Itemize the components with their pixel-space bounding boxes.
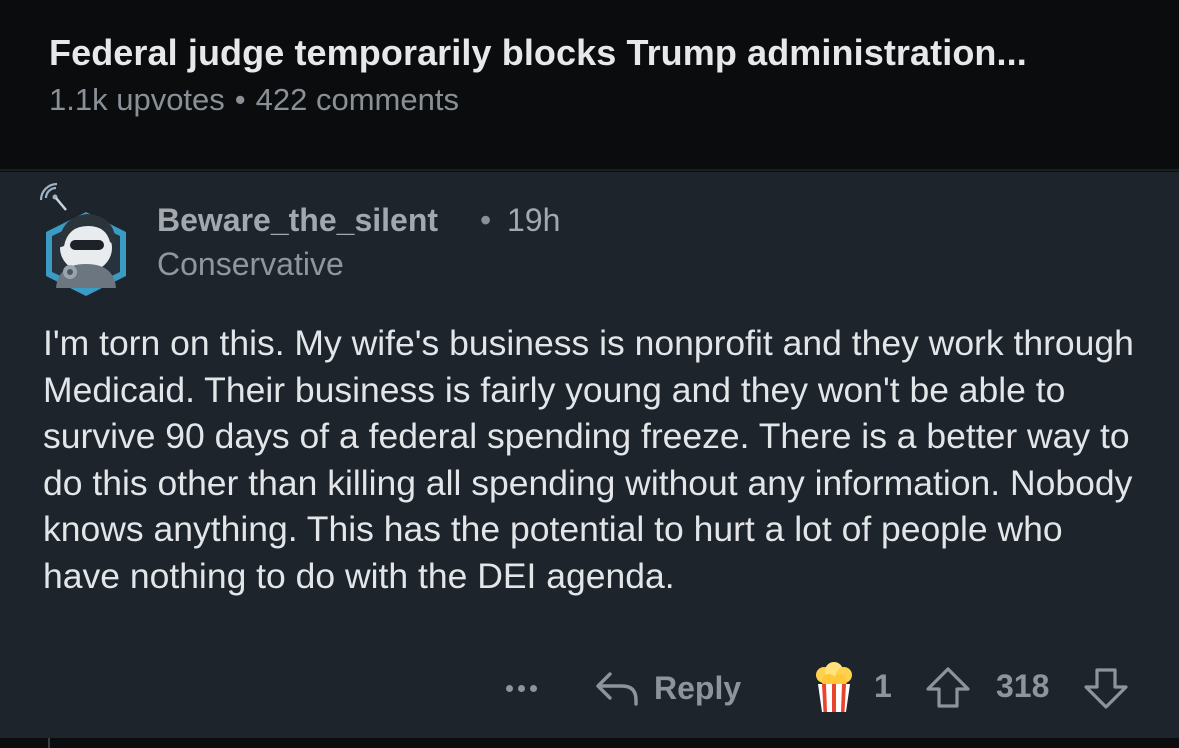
comment-score: 318 [996, 668, 1050, 704]
post-header[interactable]: Federal judge temporarily blocks Trump a… [0, 0, 1179, 171]
popcorn-award-icon[interactable] [806, 660, 862, 716]
post-comment-count: 422 comments [255, 82, 459, 117]
award-count: 1 [874, 668, 892, 704]
username-separator: • [480, 202, 492, 238]
comment-card: Beware_the_silent • 19h Conservative I'm… [0, 172, 1179, 738]
reply-button[interactable]: Reply [594, 664, 741, 712]
post-upvotes: 1.1k upvotes [49, 82, 225, 117]
upvote-arrow-icon[interactable] [924, 666, 972, 710]
thread-line [48, 738, 50, 748]
comment-username[interactable]: Beware_the_silent [157, 202, 438, 239]
reddit-thread-screen: Federal judge temporarily blocks Trump a… [0, 0, 1179, 748]
post-title[interactable]: Federal judge temporarily blocks Trump a… [49, 32, 1139, 74]
comment-action-bar: Reply 1 318 [0, 660, 1179, 716]
reply-label: Reply [654, 669, 742, 706]
next-comment-edge [0, 738, 1179, 748]
comment-timestamp: 19h [507, 202, 561, 238]
post-meta-separator: • [234, 82, 246, 117]
post-meta: 1.1k upvotes • 422 comments [49, 82, 459, 118]
user-flair: Conservative [157, 246, 344, 282]
more-dots-icon[interactable] [498, 668, 544, 708]
downvote-arrow-icon[interactable] [1082, 666, 1130, 710]
comment-body: I'm torn on this. My wife's business is … [43, 323, 1134, 596]
reply-arrow-icon [594, 668, 640, 708]
snoo-avatar-icon[interactable] [36, 180, 136, 298]
